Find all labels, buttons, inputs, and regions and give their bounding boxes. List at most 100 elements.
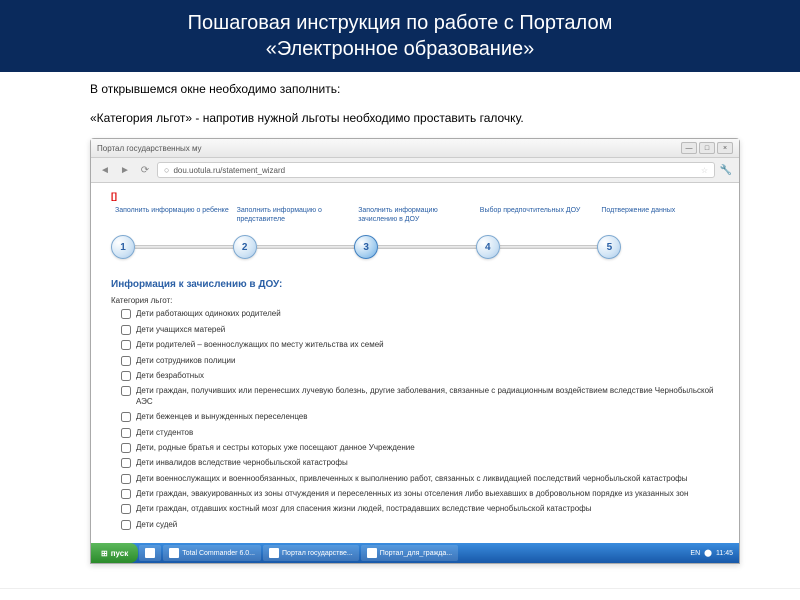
taskbar-item-icon [367, 548, 377, 558]
start-icon: ⊞ [101, 549, 108, 558]
taskbar-item[interactable]: Total Commander 6.0... [163, 545, 261, 561]
slide-footer [0, 588, 800, 600]
slide-title-line1: Пошаговая инструкция по работе с Портало… [20, 10, 780, 36]
checkbox-label: Дети студентов [136, 428, 193, 438]
checkbox-input[interactable] [121, 340, 131, 350]
lang-indicator[interactable]: EN [690, 550, 700, 557]
step-connector [500, 245, 602, 249]
checkbox-label: Дети, родные братья и сестры которых уже… [136, 443, 415, 453]
checkbox-item[interactable]: Дети, родные братья и сестры которых уже… [121, 443, 729, 453]
taskbar-item-label: Портал_для_гражда... [380, 550, 452, 557]
checkbox-input[interactable] [121, 458, 131, 468]
checkbox-label: Дети граждан, получивших или перенесших … [136, 386, 729, 407]
validation-marks: [] [101, 191, 729, 201]
step-label: Заполнить информацию о представителе [233, 207, 355, 229]
wizard-step-1[interactable]: Заполнить информацию о ребенке 1 [111, 207, 233, 261]
wizard-step-3[interactable]: Заполнить информацию зачислению в ДОУ3 [354, 207, 476, 261]
wrench-icon[interactable]: 🔧 [719, 163, 733, 177]
checkbox-label: Дети граждан, отдавших костный мозг для … [136, 504, 592, 514]
checkbox-item[interactable]: Дети военнослужащих и военнообязанных, п… [121, 474, 729, 484]
browser-titlebar: Портал государственных му — □ × [91, 139, 739, 158]
url-text: dou.uotula.ru/statement_wizard [173, 166, 285, 175]
checkbox-input[interactable] [121, 356, 131, 366]
close-button[interactable]: × [717, 142, 733, 154]
step-circle: 2 [233, 235, 257, 259]
system-tray: EN ⬤ 11:45 [684, 549, 739, 557]
checkbox-item[interactable]: Дети студентов [121, 428, 729, 438]
clock: 11:45 [716, 550, 733, 557]
browser-window: Портал государственных му — □ × ◄ ► ⟳ ○ … [90, 138, 740, 564]
checkbox-item[interactable]: Дети родителей – военнослужащих по месту… [121, 340, 729, 350]
step-connector [135, 245, 237, 249]
browser-toolbar: ◄ ► ⟳ ○ dou.uotula.ru/statement_wizard ☆… [91, 158, 739, 183]
checkbox-label: Дети военнослужащих и военнообязанных, п… [136, 474, 688, 484]
checkbox-input[interactable] [121, 309, 131, 319]
wizard-step-5[interactable]: Подтвержение данных 5 [597, 207, 719, 261]
reload-button[interactable]: ⟳ [137, 162, 153, 178]
checkbox-label: Дети сотрудников полиции [136, 356, 235, 366]
taskbar-item-label: Total Commander 6.0... [182, 550, 255, 557]
start-button[interactable]: ⊞ пуск [91, 543, 138, 563]
checkbox-label: Дети безработных [136, 371, 204, 381]
checkbox-item[interactable]: Дети учащихся матерей [121, 325, 729, 335]
taskbar-item-icon [269, 548, 279, 558]
step-circle: 3 [354, 235, 378, 259]
checkbox-label: Дети судей [136, 520, 177, 530]
checkbox-input[interactable] [121, 520, 131, 530]
checkbox-item[interactable]: Дети граждан, получивших или перенесших … [121, 386, 729, 407]
checkbox-input[interactable] [121, 489, 131, 499]
page-content: [] Заполнить информацию о ребенке1Заполн… [91, 183, 739, 543]
checkbox-item[interactable]: Дети сотрудников полиции [121, 356, 729, 366]
wizard-step-2[interactable]: Заполнить информацию о представителе 2 [233, 207, 355, 261]
quicklaunch[interactable] [139, 545, 161, 561]
step-label: Заполнить информацию о ребенке [111, 207, 233, 229]
checkbox-item[interactable]: Дети инвалидов вследствие чернобыльской … [121, 458, 729, 468]
step-circle: 1 [111, 235, 135, 259]
taskbar-item[interactable]: Портал государстве... [263, 545, 359, 561]
taskbar-item[interactable]: Портал_для_гражда... [361, 545, 458, 561]
forward-button[interactable]: ► [117, 162, 133, 178]
checkbox-input[interactable] [121, 443, 131, 453]
checkbox-item[interactable]: Дети судей [121, 520, 729, 530]
wizard-step-4[interactable]: Выбор предпочтительных ДОУ 4 [476, 207, 598, 261]
step-circle: 4 [476, 235, 500, 259]
checkbox-label: Дети родителей – военнослужащих по месту… [136, 340, 384, 350]
checkbox-input[interactable] [121, 412, 131, 422]
taskbar: ⊞ пуск Total Commander 6.0... Портал госу… [91, 543, 739, 563]
checkbox-label: Дети учащихся матерей [136, 325, 225, 335]
step-label: Выбор предпочтительных ДОУ [476, 207, 598, 229]
checkbox-input[interactable] [121, 504, 131, 514]
slide-title-line2: «Электронное образование» [20, 36, 780, 62]
instructions-block: В открывшемся окне необходимо заполнить:… [0, 72, 800, 132]
step-connector [257, 245, 359, 249]
checkbox-item[interactable]: Дети беженцев и вынужденных переселенцев [121, 412, 729, 422]
globe-icon: ○ [164, 165, 169, 175]
bookmark-star-icon[interactable]: ☆ [701, 166, 708, 175]
browser-tab-title: Портал государственных му [97, 144, 202, 153]
tray-icon[interactable]: ⬤ [704, 549, 712, 557]
checkbox-input[interactable] [121, 325, 131, 335]
checkbox-label: Дети беженцев и вынужденных переселенцев [136, 412, 308, 422]
instruction-line1: В открывшемся окне необходимо заполнить: [90, 80, 740, 99]
checkbox-input[interactable] [121, 474, 131, 484]
checkbox-label: Дети граждан, эвакуированных из зоны отч… [136, 489, 688, 499]
checkbox-list: Дети работающих одиноких родителей Дети у… [101, 309, 729, 530]
step-circle: 5 [597, 235, 621, 259]
step-connector [378, 245, 480, 249]
maximize-button[interactable]: □ [699, 142, 715, 154]
checkbox-item[interactable]: Дети работающих одиноких родителей [121, 309, 729, 319]
back-button[interactable]: ◄ [97, 162, 113, 178]
checkbox-input[interactable] [121, 428, 131, 438]
checkbox-item[interactable]: Дети граждан, эвакуированных из зоны отч… [121, 489, 729, 499]
checkbox-input[interactable] [121, 386, 131, 396]
minimize-button[interactable]: — [681, 142, 697, 154]
checkbox-item[interactable]: Дети безработных [121, 371, 729, 381]
wizard-steps: Заполнить информацию о ребенке1Заполнить… [101, 207, 729, 271]
step-label: Подтвержение данных [597, 207, 719, 229]
checkbox-input[interactable] [121, 371, 131, 381]
url-bar[interactable]: ○ dou.uotula.ru/statement_wizard ☆ [157, 162, 715, 178]
start-label: пуск [111, 549, 129, 558]
slide-title: Пошаговая инструкция по работе с Портало… [0, 0, 800, 72]
checkbox-item[interactable]: Дети граждан, отдавших костный мозг для … [121, 504, 729, 514]
section-title: Информация к зачислению в ДОУ: [111, 279, 729, 290]
